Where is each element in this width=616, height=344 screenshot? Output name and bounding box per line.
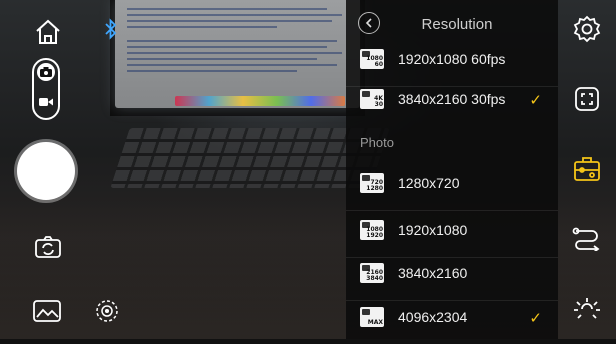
home-icon[interactable]	[30, 14, 66, 50]
resolution-label: 1280x720	[398, 175, 460, 191]
settings-gear-icon[interactable]	[570, 12, 604, 46]
video-resolution-icon: 4K 30	[360, 89, 384, 109]
switch-camera-icon[interactable]	[32, 232, 64, 262]
photo-resolution-icon: MAX	[360, 307, 384, 327]
focus-target-icon[interactable]	[94, 298, 120, 324]
right-toolbar	[558, 0, 616, 339]
gallery-icon[interactable]	[30, 296, 64, 326]
resolution-label: 1920x1080	[398, 222, 468, 238]
follow-mode-icon[interactable]	[570, 220, 604, 254]
mode-toggle[interactable]	[32, 58, 60, 120]
photo-resolution-icon: 2160 3840	[360, 263, 384, 283]
photo-mode-icon[interactable]	[37, 63, 55, 81]
resolution-option-video[interactable]: 4K 30 3840x2160 30fps ✓	[346, 76, 558, 124]
selected-check-icon: ✓	[529, 309, 542, 327]
photo-section-header: Photo	[360, 135, 394, 150]
panel-title: Resolution	[421, 16, 493, 33]
photo-resolution-icon: 720 1280	[360, 173, 384, 193]
resolution-label: 3840x2160	[398, 265, 468, 281]
bluetooth-icon	[100, 16, 122, 42]
shutter-button[interactable]	[17, 142, 75, 200]
fullscreen-icon[interactable]	[570, 82, 604, 116]
video-mode-icon[interactable]	[38, 94, 54, 110]
resolution-label: 3840x2160 30fps	[398, 91, 506, 107]
resolution-label: 1920x1080 60fps	[398, 51, 506, 67]
laptop-dock	[175, 96, 345, 106]
resolution-label: 4096x2304	[398, 309, 468, 325]
laptop-screen	[115, 0, 360, 108]
photo-resolution-icon: 1080 1920	[360, 220, 384, 240]
video-resolution-icon: 1080 60	[360, 49, 384, 69]
selected-check-icon: ✓	[529, 91, 542, 109]
gimbal-control-icon[interactable]	[570, 152, 604, 186]
resolution-option-photo[interactable]: 720 1280 1280x720	[346, 160, 558, 211]
left-toolbar	[0, 0, 120, 339]
brightness-icon[interactable]	[570, 292, 604, 326]
resolution-option-photo[interactable]: MAX 4096x2304 ✓	[346, 294, 558, 344]
resolution-panel: Resolution 1080 60 1920x1080 60fps 4K 30 3…	[346, 0, 558, 339]
